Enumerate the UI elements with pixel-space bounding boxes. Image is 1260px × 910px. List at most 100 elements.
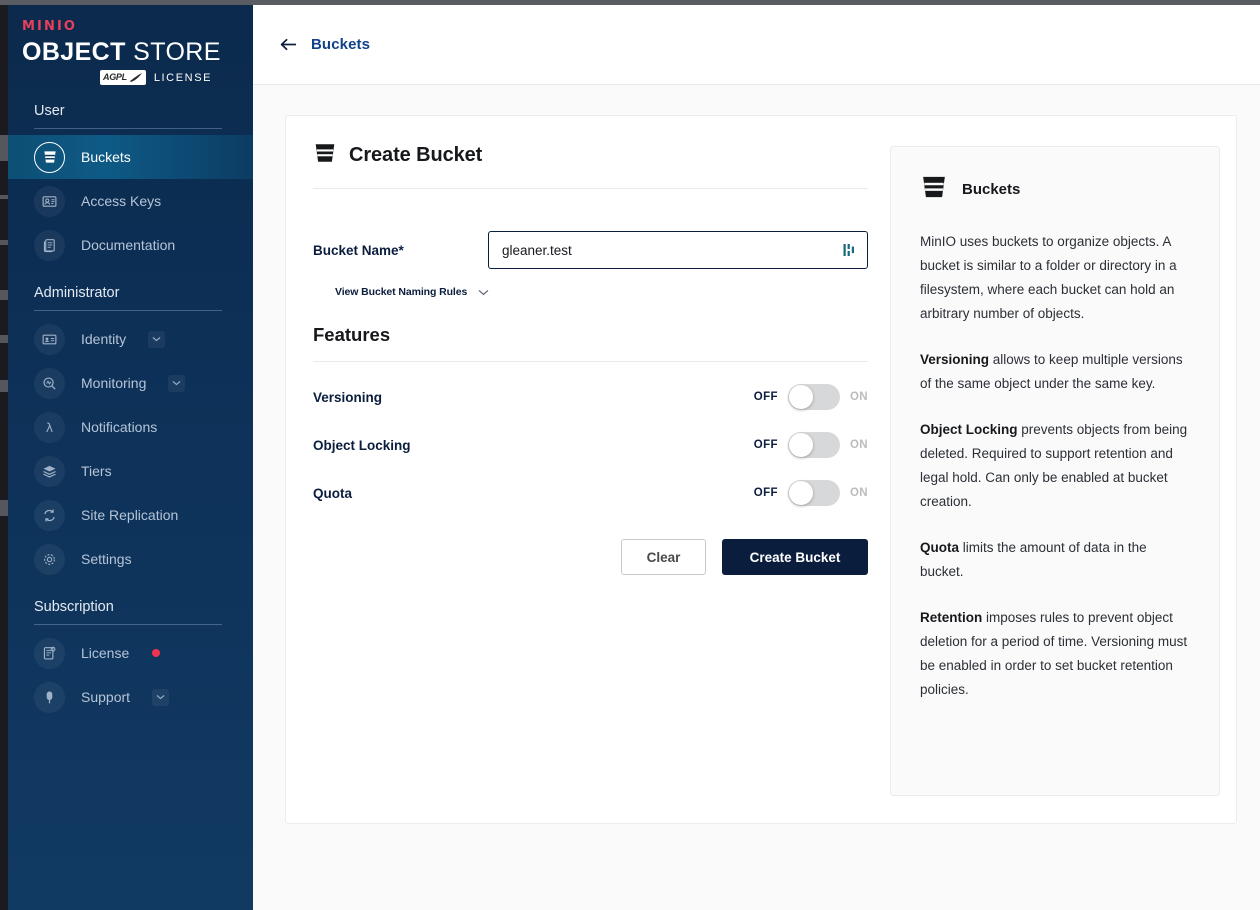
toggle-versioning[interactable]	[787, 384, 840, 410]
sidebar-section-subscription: Subscription	[34, 581, 231, 625]
toggle-row-versioning: Versioning OFF ON	[313, 384, 868, 410]
help-panel: Buckets MinIO uses buckets to organize o…	[890, 146, 1220, 796]
sidebar-item-notifications[interactable]: λ Notifications	[8, 405, 253, 449]
form-header: Create Bucket	[313, 141, 868, 189]
chevron-down-icon[interactable]	[152, 688, 170, 706]
help-term-retention: Retention	[920, 610, 983, 625]
gear-icon	[34, 543, 65, 575]
sidebar-divider-user	[34, 128, 222, 129]
create-bucket-card: Create Bucket Bucket Name* gleaner.test …	[285, 115, 1237, 824]
sidebar-item-access-keys[interactable]: Access Keys	[8, 179, 253, 223]
minio-bars-icon[interactable]	[843, 243, 856, 258]
site-replication-icon	[34, 499, 65, 531]
form-title: Create Bucket	[349, 144, 483, 166]
support-icon	[34, 681, 65, 713]
sidebar-section-title-subscription: Subscription	[34, 599, 114, 615]
sidebar-section-user: User	[34, 85, 231, 129]
help-paragraph-text: MinIO uses buckets to organize objects. …	[920, 234, 1177, 321]
sidebar-item-label-monitoring: Monitoring	[81, 375, 147, 391]
sidebar-divider-administrator	[34, 310, 222, 311]
toggle-label-object-locking: Object Locking	[313, 437, 411, 453]
svg-text:λ: λ	[46, 420, 53, 434]
toggle-off-label-quota: OFF	[753, 487, 778, 499]
help-paragraph-object-locking: Object Locking prevents objects from bei…	[920, 418, 1190, 514]
identity-icon	[34, 323, 65, 355]
toggle-on-label-object-locking: ON	[849, 439, 868, 451]
documentation-icon	[34, 229, 65, 261]
bucket-icon	[920, 173, 948, 206]
sidebar-items-user: Buckets Access Keys Documentation	[8, 135, 253, 267]
create-bucket-button[interactable]: Create Bucket	[722, 539, 868, 575]
toggle-label-quota: Quota	[313, 485, 352, 501]
bucket-icon	[34, 141, 65, 173]
bucket-name-input[interactable]	[488, 231, 868, 269]
view-bucket-naming-rules-label: View Bucket Naming Rules	[335, 286, 468, 298]
toggle-on-label-versioning: ON	[849, 391, 868, 403]
agpl-badge-icon: AGPL	[100, 70, 146, 85]
help-paragraph-buckets: MinIO uses buckets to organize objects. …	[920, 230, 1190, 326]
sidebar-item-tiers[interactable]: Tiers	[8, 449, 253, 493]
view-bucket-naming-rules[interactable]: View Bucket Naming Rules	[335, 283, 489, 301]
object-store-wordmark: OBJECT STORE	[22, 39, 253, 66]
chevron-down-icon[interactable]	[168, 374, 186, 392]
sidebar-item-license[interactable]: License	[8, 631, 253, 675]
monitoring-icon	[34, 367, 65, 399]
license-word: LICENSE	[153, 71, 213, 84]
license-alert-dot	[152, 649, 161, 657]
clear-button[interactable]: Clear	[621, 539, 706, 575]
wordmark-object: OBJECT	[22, 38, 126, 66]
tiers-icon	[34, 455, 65, 487]
page-header: Buckets	[253, 5, 1260, 85]
brand-logo[interactable]: MINIO OBJECT STORE AGPL LICENSE	[8, 5, 253, 85]
minio-wordmark: MINIO	[22, 19, 78, 34]
chevron-down-icon[interactable]	[478, 283, 489, 301]
main-content: Buckets Create Bucket Bucket Name* glean…	[253, 5, 1260, 910]
sidebar-item-label-notifications: Notifications	[81, 419, 158, 435]
access-keys-icon	[34, 185, 65, 217]
sidebar-item-label-tiers: Tiers	[81, 463, 112, 479]
sidebar-item-label-documentation: Documentation	[81, 237, 176, 253]
sidebar-item-identity[interactable]: Identity	[8, 317, 253, 361]
help-term-versioning: Versioning	[920, 352, 990, 367]
sidebar-items-administrator: Identity Monitoring λ Notifications Tier…	[8, 317, 253, 581]
sidebar-item-label-site-replication: Site Replication	[81, 507, 179, 523]
toggle-quota[interactable]	[787, 480, 840, 506]
sidebar-item-documentation[interactable]: Documentation	[8, 223, 253, 267]
toggle-object-locking[interactable]	[787, 432, 840, 458]
sidebar-items-subscription: License Support	[8, 631, 253, 719]
toggle-knob	[788, 481, 813, 505]
license-icon	[34, 637, 65, 669]
sidebar-item-label-settings: Settings	[81, 551, 132, 567]
help-paragraph-quota: Quota limits the amount of data in the b…	[920, 536, 1190, 584]
bucket-name-field-row: Bucket Name*	[313, 231, 868, 269]
sidebar-item-buckets[interactable]: Buckets	[8, 135, 253, 179]
left-edge-strip	[0, 5, 8, 910]
wordmark-store: STORE	[133, 38, 221, 66]
create-bucket-form: Create Bucket Bucket Name* gleaner.test …	[313, 141, 868, 575]
sidebar-item-label-buckets: Buckets	[81, 149, 131, 165]
sidebar-item-label-support: Support	[81, 689, 131, 705]
bucket-name-label: Bucket Name*	[313, 242, 404, 258]
sidebar-item-label-license: License	[81, 645, 130, 661]
help-term-object-locking: Object Locking	[920, 422, 1018, 437]
help-paragraph-versioning: Versioning allows to keep multiple versi…	[920, 348, 1190, 396]
sidebar-item-support[interactable]: Support	[8, 675, 253, 719]
bucket-name-input-wrap	[488, 231, 868, 269]
features-section-title: Features	[313, 324, 868, 362]
sidebar-item-label-identity: Identity	[81, 331, 127, 347]
sidebar-item-label-access-keys: Access Keys	[81, 193, 162, 209]
sidebar-item-monitoring[interactable]: Monitoring	[8, 361, 253, 405]
sidebar-item-settings[interactable]: Settings	[8, 537, 253, 581]
agpl-label: AGPL	[103, 72, 127, 82]
help-paragraph-retention: Retention imposes rules to prevent objec…	[920, 606, 1190, 702]
sidebar-section-title-user: User	[34, 103, 65, 119]
minio-console-window: MINIO OBJECT STORE AGPL LICENSE User Buc…	[0, 0, 1260, 910]
back-arrow-icon[interactable]	[280, 38, 297, 51]
chevron-down-icon[interactable]	[148, 330, 166, 348]
toggle-off-label-versioning: OFF	[753, 391, 778, 403]
help-panel-header: Buckets	[920, 173, 1190, 206]
sidebar-item-site-replication[interactable]: Site Replication	[8, 493, 253, 537]
lambda-icon: λ	[34, 411, 65, 443]
sidebar-section-administrator: Administrator	[34, 267, 231, 311]
toggle-row-object-locking: Object Locking OFF ON	[313, 432, 868, 458]
